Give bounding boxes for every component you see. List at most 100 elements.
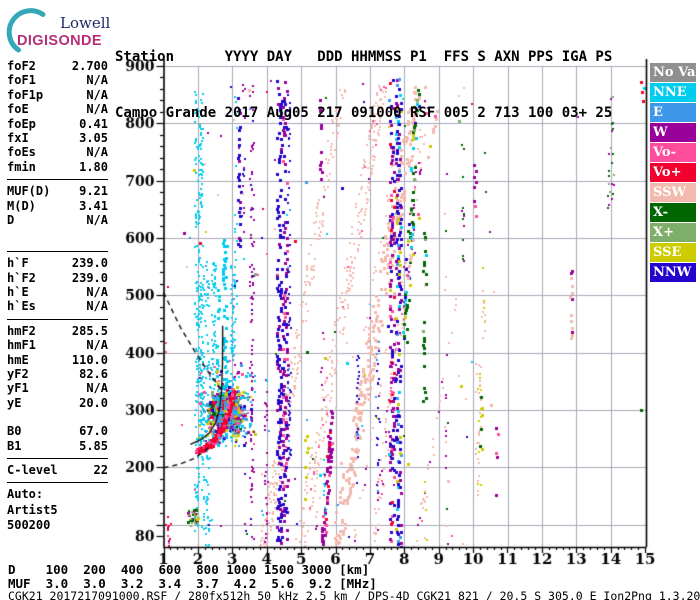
param-value: 110.0 (71, 352, 108, 367)
legend-item-sse: SSE (650, 243, 696, 262)
param-value: N/A (86, 87, 108, 102)
param-label: MUF(D) (7, 184, 51, 199)
status-bar: CGK21_2017217091000.RSF / 280fx512h 50 k… (8, 589, 700, 600)
param-row-foF1: foF1 N/A (7, 73, 108, 87)
panel-divider (7, 482, 108, 484)
param-label: M(D) (7, 198, 36, 213)
param-label: yF1 (7, 381, 29, 396)
param-row-hF: h`F 239.0 (7, 256, 108, 270)
param-value: N/A (86, 102, 108, 117)
param-label: foEp (7, 116, 36, 131)
legend-label: Vo- (653, 145, 676, 160)
header-station-info: Station YYYY DAY DDD HHMMSS P1 FFS S AXN… (115, 11, 612, 159)
param-value: 285.5 (71, 323, 108, 338)
velocity-direction-legend: No Val NNE E W Vo- Vo+ SSW X- X+ SSE NNW (650, 63, 700, 283)
param-row-foEp: foEp 0.41 (7, 117, 108, 131)
param-value: N/A (86, 212, 108, 227)
param-value: 9.21 (79, 184, 108, 199)
legend-label: E (653, 105, 663, 120)
param-row-B1: B1 5.85 (7, 439, 108, 453)
param-label: h`E (7, 285, 29, 300)
legend-item-x-minus: X- (650, 203, 696, 222)
param-row-fxI: fxI 3.05 (7, 131, 108, 145)
param-label: h`F2 (7, 270, 36, 285)
param-value: N/A (86, 145, 108, 160)
param-section-confidence: C-level 22 (7, 463, 108, 477)
param-value: N/A (86, 73, 108, 88)
param-section-frequencies: foF2 2.700 foF1 N/A foF1p N/A foE N/A foEp 0.… (7, 59, 108, 174)
legend-item-vo-plus: Vo+ (650, 163, 696, 182)
param-label: foF1p (7, 87, 44, 102)
legend-item-nnw: NNW (650, 263, 696, 282)
param-value: 22 (93, 462, 108, 477)
param-row-hEs: h`Es N/A (7, 299, 108, 313)
param-label: B0 (7, 424, 22, 439)
param-row-B0: B0 67.0 (7, 424, 108, 438)
legend-item-ssw: SSW (650, 183, 696, 202)
legend-item-vo-minus: Vo- (650, 143, 696, 162)
param-row-yF1: yF1 N/A (7, 381, 108, 395)
lowell-digisonde-logo: Lowell DIGISONDE (4, 6, 124, 58)
legend-label: Vo+ (653, 165, 682, 180)
legend-item-nne: NNE (650, 83, 696, 102)
legend-item-w: W (650, 123, 696, 142)
autoscaler-name: Artist5 (7, 502, 58, 517)
legend-label: SSW (653, 185, 687, 200)
param-label: C-level (7, 462, 58, 477)
param-value: N/A (86, 338, 108, 353)
param-section-virtual-heights: h`F 239.0 h`F2 239.0 h`E N/A h`Es N/A (7, 256, 108, 314)
param-section-peak-heights: hmF2 285.5 hmF1 N/A hmE 110.0 yF2 82.6 yF1 N/… (7, 324, 108, 410)
param-row-hF2: h`F2 239.0 (7, 271, 108, 285)
param-row-fmin: fmin 1.80 (7, 160, 108, 174)
param-label: yE (7, 395, 22, 410)
param-section-muf: MUF(D) 9.21 M(D) 3.41 D N/A (7, 184, 108, 227)
param-row-yE: yE 20.0 (7, 396, 108, 410)
param-value: 3.41 (79, 198, 108, 213)
legend-label: No Val (653, 65, 700, 80)
param-label: foE (7, 102, 29, 117)
param-value: 5.85 (79, 438, 108, 453)
param-value: 1.80 (79, 159, 108, 174)
param-label: h`Es (7, 299, 36, 314)
param-row-hmF2: hmF2 285.5 (7, 324, 108, 338)
legend-label: SSE (653, 245, 682, 260)
param-label: foEs (7, 145, 36, 160)
legend-label: W (653, 125, 668, 140)
panel-divider (7, 318, 108, 320)
param-row-D: D N/A (7, 213, 108, 227)
legend-label: X- (653, 205, 669, 220)
param-label: h`F (7, 256, 29, 271)
distance-row: D 100 200 400 600 800 1000 1500 3000 [km… (8, 562, 370, 577)
param-value: N/A (86, 299, 108, 314)
param-value: 239.0 (71, 256, 108, 271)
param-label: fmin (7, 159, 36, 174)
param-row-yF2: yF2 82.6 (7, 367, 108, 381)
param-value: N/A (86, 285, 108, 300)
legend-label: NNW (653, 265, 692, 280)
param-value: 3.05 (79, 130, 108, 145)
param-row-hE: h`E N/A (7, 285, 108, 299)
panel-divider (7, 251, 108, 253)
param-row-c-level: C-level 22 (7, 463, 108, 477)
parameter-panel: foF2 2.700 foF1 N/A foF1p N/A foE N/A foEp 0.… (7, 59, 108, 533)
legend-label: X+ (653, 225, 674, 240)
param-label: hmE (7, 352, 29, 367)
param-row-MUFD: MUF(D) 9.21 (7, 184, 108, 198)
param-label: hmF1 (7, 338, 36, 353)
header-line-values: Campo Grande 2017 Aug05 217 091000 RSF 0… (115, 104, 613, 121)
legend-item-e: E (650, 103, 696, 122)
legend-label: NNE (653, 85, 687, 100)
header-line-keys: Station YYYY DAY DDD HHMMSS P1 FFS S AXN… (115, 49, 613, 65)
param-label: foF1 (7, 73, 36, 88)
panel-divider (7, 457, 108, 459)
panel-divider (7, 179, 108, 181)
param-row-foEs: foEs N/A (7, 145, 108, 159)
param-section-profile-shape: B0 67.0 B1 5.85 (7, 424, 108, 453)
autoscaler-version: 500200 (7, 517, 51, 532)
logo-text-digisonde: DIGISONDE (17, 33, 102, 49)
param-row-hmE: hmE 110.0 (7, 353, 108, 367)
logo-text-lowell: Lowell (60, 14, 111, 32)
autoscaling-label: Auto: (7, 487, 44, 502)
param-value: N/A (86, 381, 108, 396)
param-row-foF1p: foF1p N/A (7, 88, 108, 102)
